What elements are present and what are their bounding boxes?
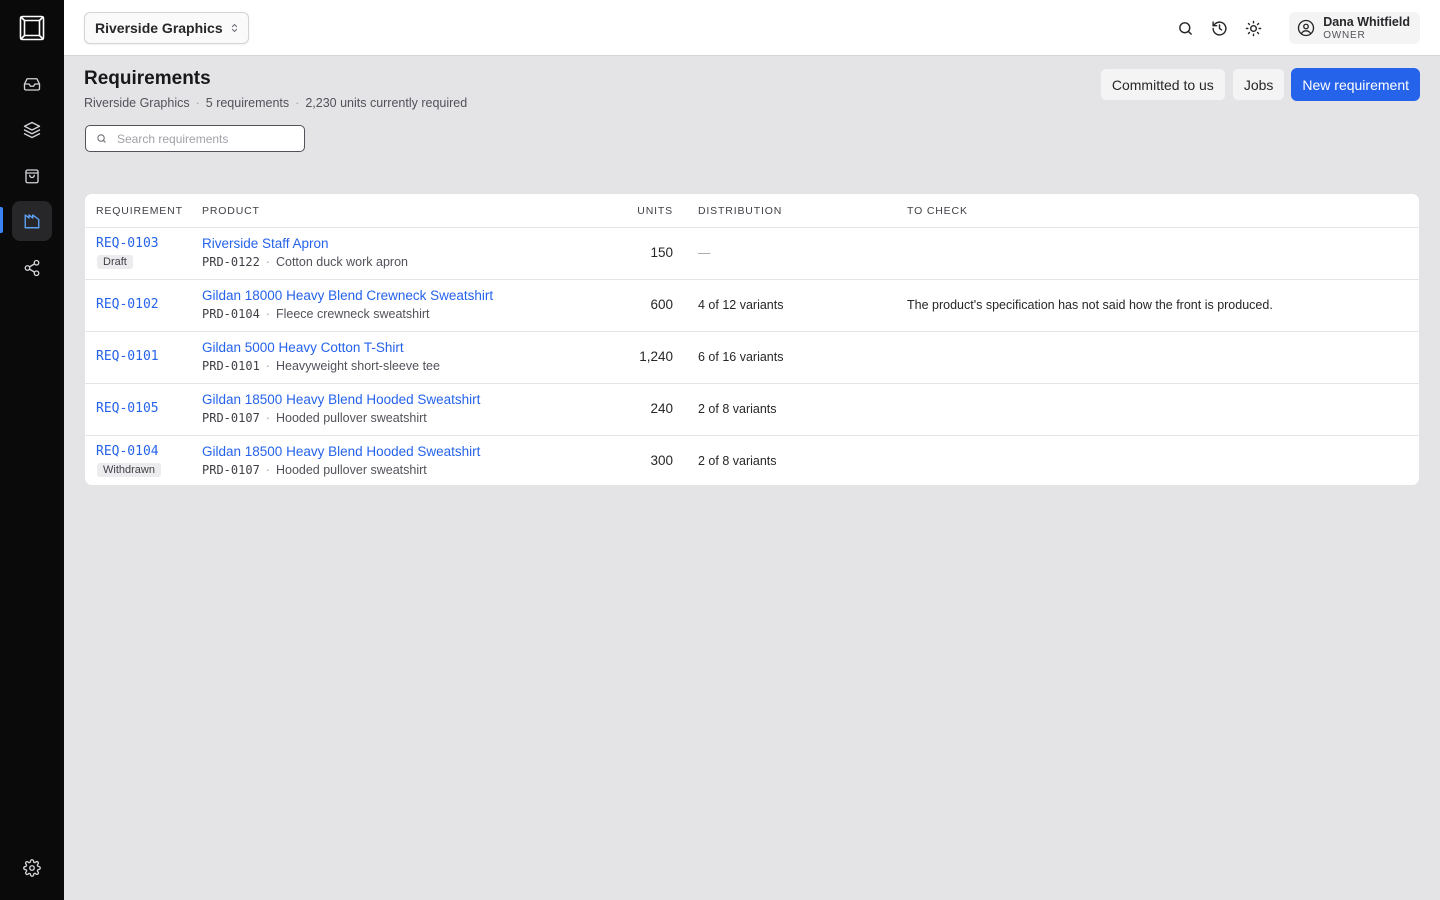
search-field <box>85 125 305 152</box>
product-meta: PRD-0104 · Fleece crewneck sweatshirt <box>202 307 430 321</box>
separator-dot: · <box>195 96 200 110</box>
units-value: 300 <box>650 453 673 468</box>
sidebar-item-inbox[interactable] <box>12 64 52 104</box>
topbar: Riverside Graphics Dana Whitfield OWNER <box>64 0 1440 56</box>
requirement-link[interactable]: REQ-0101 <box>96 349 159 364</box>
sidebar-item-network[interactable] <box>12 248 52 288</box>
subtitle-org: Riverside Graphics <box>84 96 190 110</box>
subtitle-count: 5 requirements <box>205 96 290 110</box>
jobs-button[interactable]: Jobs <box>1231 68 1286 101</box>
product-meta: PRD-0107 · Hooded pullover sweatshirt <box>202 411 427 425</box>
layers-icon <box>23 121 41 139</box>
table-row[interactable]: REQ-0104 Withdrawn Gildan 18500 Heavy Bl… <box>85 436 1419 485</box>
product-description: Heavyweight short-sleeve tee <box>275 359 440 373</box>
column-header-product[interactable]: PRODUCT <box>202 205 260 217</box>
product-code: PRD-0101 <box>202 359 260 373</box>
history-button[interactable] <box>1209 18 1229 38</box>
product-meta: PRD-0122 · Cotton duck work apron <box>202 255 408 269</box>
product-link[interactable]: Riverside Staff Apron <box>202 236 329 251</box>
committed-to-us-button[interactable]: Committed to us <box>1099 68 1226 101</box>
product-link[interactable]: Gildan 18500 Heavy Blend Hooded Sweatshi… <box>202 392 480 407</box>
sun-icon <box>1245 20 1261 36</box>
inbox-icon <box>23 78 41 91</box>
distribution-value: — <box>698 246 711 260</box>
status-badge: Withdrawn <box>97 463 161 477</box>
status-badge: Draft <box>97 255 133 269</box>
user-name: Dana Whitfield <box>1323 14 1410 29</box>
product-link[interactable]: Gildan 18000 Heavy Blend Crewneck Sweats… <box>202 288 493 303</box>
product-link[interactable]: Gildan 18500 Heavy Blend Hooded Sweatshi… <box>202 444 480 459</box>
product-description: Hooded pullover sweatshirt <box>275 463 427 477</box>
units-value: 240 <box>650 401 673 416</box>
distribution-value: 6 of 16 variants <box>698 350 784 364</box>
product-code: PRD-0107 <box>202 411 260 425</box>
page-subtitle: Riverside Graphics · 5 requirements · 2,… <box>84 96 467 110</box>
column-header-to-check[interactable]: TO CHECK <box>907 205 968 217</box>
table-header: REQUIREMENT PRODUCT UNITS DISTRIBUTION T… <box>85 194 1419 228</box>
search-icon <box>97 134 106 143</box>
search-button[interactable] <box>1175 18 1195 38</box>
sidebar-active-indicator <box>0 207 3 233</box>
distribution-value: 4 of 12 variants <box>698 298 784 312</box>
search-input[interactable] <box>117 131 287 146</box>
separator-dot: · <box>265 411 270 425</box>
product-code: PRD-0107 <box>202 463 260 477</box>
product-code: PRD-0104 <box>202 307 260 321</box>
to-check-value: The product's specification has not said… <box>907 298 1273 312</box>
search-icon <box>1178 21 1192 35</box>
history-icon <box>1211 20 1227 36</box>
requirement-link[interactable]: REQ-0105 <box>96 401 159 416</box>
new-requirement-button[interactable]: New requirement <box>1291 68 1420 101</box>
separator-dot: · <box>265 463 270 477</box>
product-meta: PRD-0107 · Hooded pullover sweatshirt <box>202 463 427 477</box>
requirement-link[interactable]: REQ-0102 <box>96 297 159 312</box>
product-description: Hooded pullover sweatshirt <box>275 411 427 425</box>
sidebar-item-requirements[interactable] <box>12 201 52 241</box>
product-description: Fleece crewneck sweatshirt <box>275 307 430 321</box>
sidebar-item-orders[interactable] <box>12 156 52 196</box>
separator-dot: · <box>265 359 270 373</box>
share-icon <box>24 259 40 277</box>
sidebar-item-layers[interactable] <box>12 110 52 150</box>
table-row[interactable]: REQ-0101 Gildan 5000 Heavy Cotton T-Shir… <box>85 332 1419 384</box>
units-value: 150 <box>650 245 673 260</box>
org-switcher[interactable]: Riverside Graphics <box>84 12 249 44</box>
chevron-up-down-icon <box>231 23 238 33</box>
factory-icon <box>24 214 40 229</box>
product-link[interactable]: Gildan 5000 Heavy Cotton T-Shirt <box>202 340 404 355</box>
product-meta: PRD-0101 · Heavyweight short-sleeve tee <box>202 359 440 373</box>
user-menu[interactable]: Dana Whitfield OWNER <box>1289 12 1420 44</box>
distribution-value: 2 of 8 variants <box>698 402 777 416</box>
sidebar-item-settings[interactable] <box>12 848 52 888</box>
units-value: 1,240 <box>639 349 673 364</box>
user-circle-icon <box>1298 19 1315 37</box>
subtitle-units: 2,230 units currently required <box>305 96 468 110</box>
gear-icon <box>23 859 41 877</box>
distribution-value: 2 of 8 variants <box>698 454 777 468</box>
requirements-table: REQUIREMENT PRODUCT UNITS DISTRIBUTION T… <box>84 193 1420 486</box>
org-switcher-label: Riverside Graphics <box>95 20 223 36</box>
column-header-units[interactable]: UNITS <box>637 205 673 217</box>
product-code: PRD-0122 <box>202 255 260 269</box>
column-header-requirement[interactable]: REQUIREMENT <box>96 205 183 217</box>
page-title: Requirements <box>84 68 211 89</box>
product-description: Cotton duck work apron <box>275 255 408 269</box>
shopping-bag-icon <box>25 169 39 184</box>
separator-dot: · <box>265 307 270 321</box>
app-logo-icon[interactable] <box>19 15 45 41</box>
table-row[interactable]: REQ-0102 Gildan 18000 Heavy Blend Crewne… <box>85 280 1419 332</box>
units-value: 600 <box>650 297 673 312</box>
requirement-link[interactable]: REQ-0103 <box>96 236 159 251</box>
table-row[interactable]: REQ-0105 Gildan 18500 Heavy Blend Hooded… <box>85 384 1419 436</box>
sidebar <box>0 0 64 900</box>
requirement-link[interactable]: REQ-0104 <box>96 444 159 459</box>
separator-dot: · <box>265 255 270 269</box>
page-actions: Committed to us Jobs New requirement <box>1099 68 1420 101</box>
table-row[interactable]: REQ-0103 Draft Riverside Staff Apron PRD… <box>85 228 1419 280</box>
user-role: OWNER <box>1323 29 1366 41</box>
column-header-distribution[interactable]: DISTRIBUTION <box>698 205 782 217</box>
theme-toggle-button[interactable] <box>1243 18 1263 38</box>
separator-dot: · <box>295 96 300 110</box>
